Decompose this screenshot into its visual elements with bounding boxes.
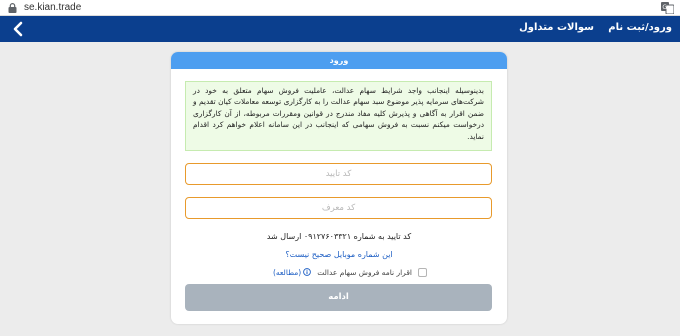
wrong-mobile-link[interactable]: این شماره موبایل صحیح نیست؟	[171, 250, 507, 259]
lock-icon	[8, 3, 17, 13]
card-title: ورود	[171, 52, 507, 69]
consent-notice: بدینوسیله اینجانب واجد شرایط سهام عدالت،…	[185, 81, 492, 151]
browser-url-bar[interactable]: se.kian.trade G	[0, 0, 680, 16]
faq-link[interactable]: سوالات متداول	[519, 22, 594, 33]
consent-label: اقرار نامه فروش سهام عدالت	[317, 267, 412, 277]
login-register-link[interactable]: ورود/ثبت نام	[608, 22, 672, 33]
translate-icon[interactable]: G	[661, 2, 674, 14]
svg-text:G: G	[662, 4, 667, 11]
code-sent-message: کد تایید به شماره ۰۹۱۲۷۶۰۳۳۲۱ ارسال شد	[266, 232, 412, 241]
login-card: ورود بدینوسیله اینجانب واجد شرایط سهام ع…	[171, 52, 507, 324]
consent-checkbox[interactable]	[418, 267, 427, 277]
site-header: ورود/ثبت نام سوالات متداول	[0, 16, 680, 42]
consent-row: اقرار نامه فروش سهام عدالت (مطالعه)	[273, 266, 427, 278]
study-link[interactable]: (مطالعه)	[273, 268, 312, 277]
chevron-left-icon[interactable]	[12, 21, 24, 37]
verification-code-input[interactable]	[185, 163, 492, 185]
info-icon	[303, 268, 312, 276]
referrer-code-input[interactable]	[185, 197, 492, 219]
study-link-label[interactable]: (مطالعه)	[273, 268, 301, 277]
continue-button[interactable]: ادامه	[185, 284, 492, 311]
url-text[interactable]: se.kian.trade	[24, 2, 81, 13]
